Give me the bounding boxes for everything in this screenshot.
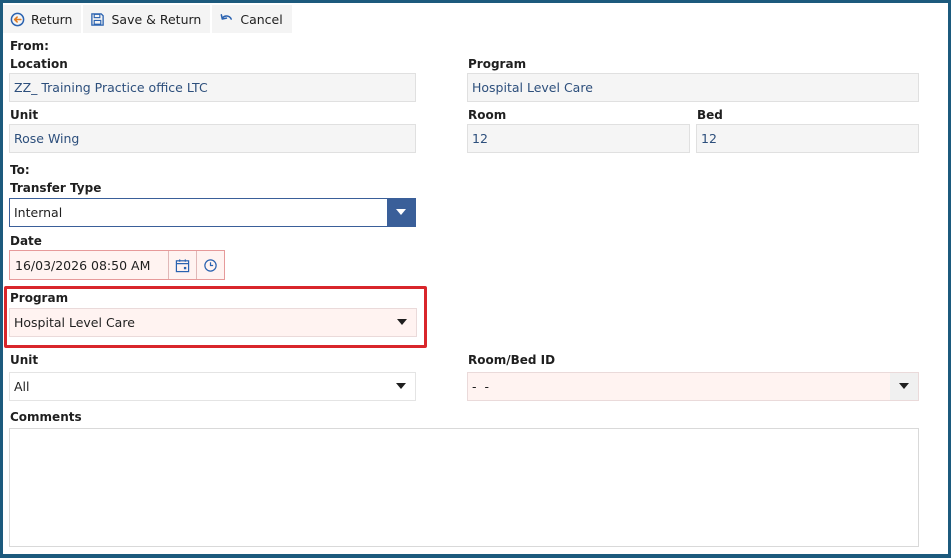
room-bed-value: - - bbox=[472, 379, 489, 394]
from-unit-field: Rose Wing bbox=[9, 124, 416, 153]
from-program-field: Hospital Level Care bbox=[467, 73, 919, 102]
return-arrow-icon bbox=[10, 12, 25, 26]
undo-icon bbox=[220, 13, 233, 20]
date-label: Date bbox=[10, 234, 42, 248]
to-program-value: Hospital Level Care bbox=[14, 315, 135, 330]
to-unit-value: All bbox=[14, 379, 30, 394]
cancel-button[interactable]: Cancel bbox=[212, 5, 292, 33]
save-return-button[interactable]: Save & Return bbox=[83, 5, 211, 33]
calendar-button[interactable] bbox=[168, 251, 196, 279]
date-picker: 16/03/2026 08:50 AM bbox=[9, 250, 225, 280]
from-unit-label: Unit bbox=[10, 108, 39, 122]
date-input[interactable]: 16/03/2026 08:50 AM bbox=[10, 258, 168, 273]
clock-icon bbox=[204, 258, 217, 272]
from-location-field: ZZ_ Training Practice office LTC bbox=[9, 73, 416, 102]
to-program-dropdown[interactable]: Hospital Level Care bbox=[9, 308, 417, 337]
time-button[interactable] bbox=[196, 251, 224, 279]
return-label: Return bbox=[31, 11, 73, 27]
transfer-type-value: Internal bbox=[14, 205, 63, 220]
from-program-label: Program bbox=[468, 57, 527, 71]
room-bed-label: Room/Bed ID bbox=[468, 353, 556, 367]
caret-down-icon[interactable] bbox=[387, 199, 415, 226]
transfer-type-label: Transfer Type bbox=[10, 181, 102, 195]
from-bed-label: Bed bbox=[697, 108, 723, 122]
save-return-label: Save & Return bbox=[111, 11, 202, 27]
from-heading: From: bbox=[10, 39, 49, 53]
from-room-field: 12 bbox=[467, 124, 690, 153]
caret-down-icon[interactable] bbox=[387, 373, 415, 400]
from-bed-field: 12 bbox=[696, 124, 919, 153]
from-room-label: Room bbox=[468, 108, 507, 122]
caret-down-icon[interactable] bbox=[388, 309, 416, 336]
cancel-label: Cancel bbox=[240, 11, 283, 27]
to-heading: To: bbox=[10, 163, 30, 177]
from-location-label: Location bbox=[10, 57, 68, 71]
to-unit-label: Unit bbox=[10, 353, 39, 367]
transfer-type-dropdown[interactable]: Internal bbox=[9, 198, 416, 227]
return-button[interactable]: Return bbox=[3, 5, 82, 33]
toolbar: Return Save & Return Cancel bbox=[3, 5, 292, 33]
to-program-label: Program bbox=[10, 291, 69, 305]
calendar-icon bbox=[175, 258, 190, 272]
comments-label: Comments bbox=[10, 410, 82, 424]
save-icon bbox=[91, 12, 105, 26]
caret-down-icon[interactable] bbox=[890, 373, 918, 400]
room-bed-dropdown[interactable]: - - bbox=[467, 372, 919, 401]
comments-textarea[interactable] bbox=[9, 428, 919, 547]
to-unit-dropdown[interactable]: All bbox=[9, 372, 416, 401]
